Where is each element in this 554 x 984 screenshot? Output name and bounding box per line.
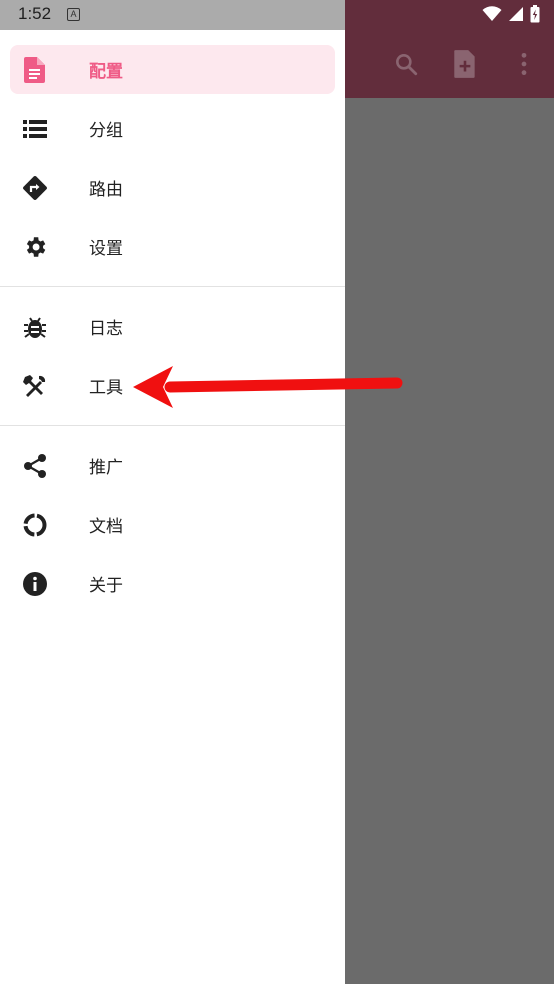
info-icon [22, 571, 48, 597]
add-file-icon[interactable] [449, 48, 481, 80]
nav-item-label: 关于 [89, 576, 123, 596]
more-vert-icon[interactable] [508, 48, 540, 80]
nav-item-config[interactable]: 配置 [0, 40, 345, 99]
nav-item-label: 文档 [89, 517, 123, 537]
status-bar: 1:52 A [0, 0, 554, 30]
status-bar-left: 1:52 A [0, 0, 345, 30]
divider [0, 425, 345, 426]
selected-highlight [10, 45, 335, 94]
nav-item-logs[interactable]: 日志 [0, 297, 345, 356]
annotation-arrow [133, 366, 403, 408]
battery-charging-icon [530, 5, 540, 27]
nav-item-label: 设置 [89, 239, 123, 259]
nav-item-label: 配置 [89, 62, 123, 82]
list-icon [22, 116, 48, 142]
nav-item-label: 路由 [89, 180, 123, 200]
nav-item-docs[interactable]: 文档 [0, 495, 345, 554]
gear-icon [22, 234, 48, 260]
share-icon [22, 453, 48, 479]
directions-icon [22, 175, 48, 201]
nav-item-settings[interactable]: 设置 [0, 217, 345, 276]
donut-icon [22, 512, 48, 538]
search-icon[interactable] [390, 48, 422, 80]
nav-item-label: 推广 [89, 458, 123, 478]
notification-a-icon: A [67, 8, 80, 21]
nav-item-groups[interactable]: 分组 [0, 99, 345, 158]
bug-icon [22, 314, 48, 340]
signal-icon [508, 6, 524, 26]
status-time: 1:52 [18, 4, 52, 23]
nav-item-label: 工具 [89, 378, 123, 398]
tools-icon [22, 373, 48, 399]
divider [0, 286, 345, 287]
navigation-drawer: 配置 分组 路由 设置 日志 工具 推广 文档 关于 [0, 30, 345, 984]
nav-item-routing[interactable]: 路由 [0, 158, 345, 217]
wifi-icon [482, 6, 502, 26]
nav-item-promote[interactable]: 推广 [0, 436, 345, 495]
document-icon [22, 56, 48, 83]
nav-item-label: 分组 [89, 121, 123, 141]
status-icons [482, 5, 540, 27]
nav-item-label: 日志 [89, 319, 123, 339]
nav-item-about[interactable]: 关于 [0, 554, 345, 613]
screen: 1:52 A 配置 分组 路由 设置 日志 工具 推广 文档 关于 [0, 0, 554, 984]
